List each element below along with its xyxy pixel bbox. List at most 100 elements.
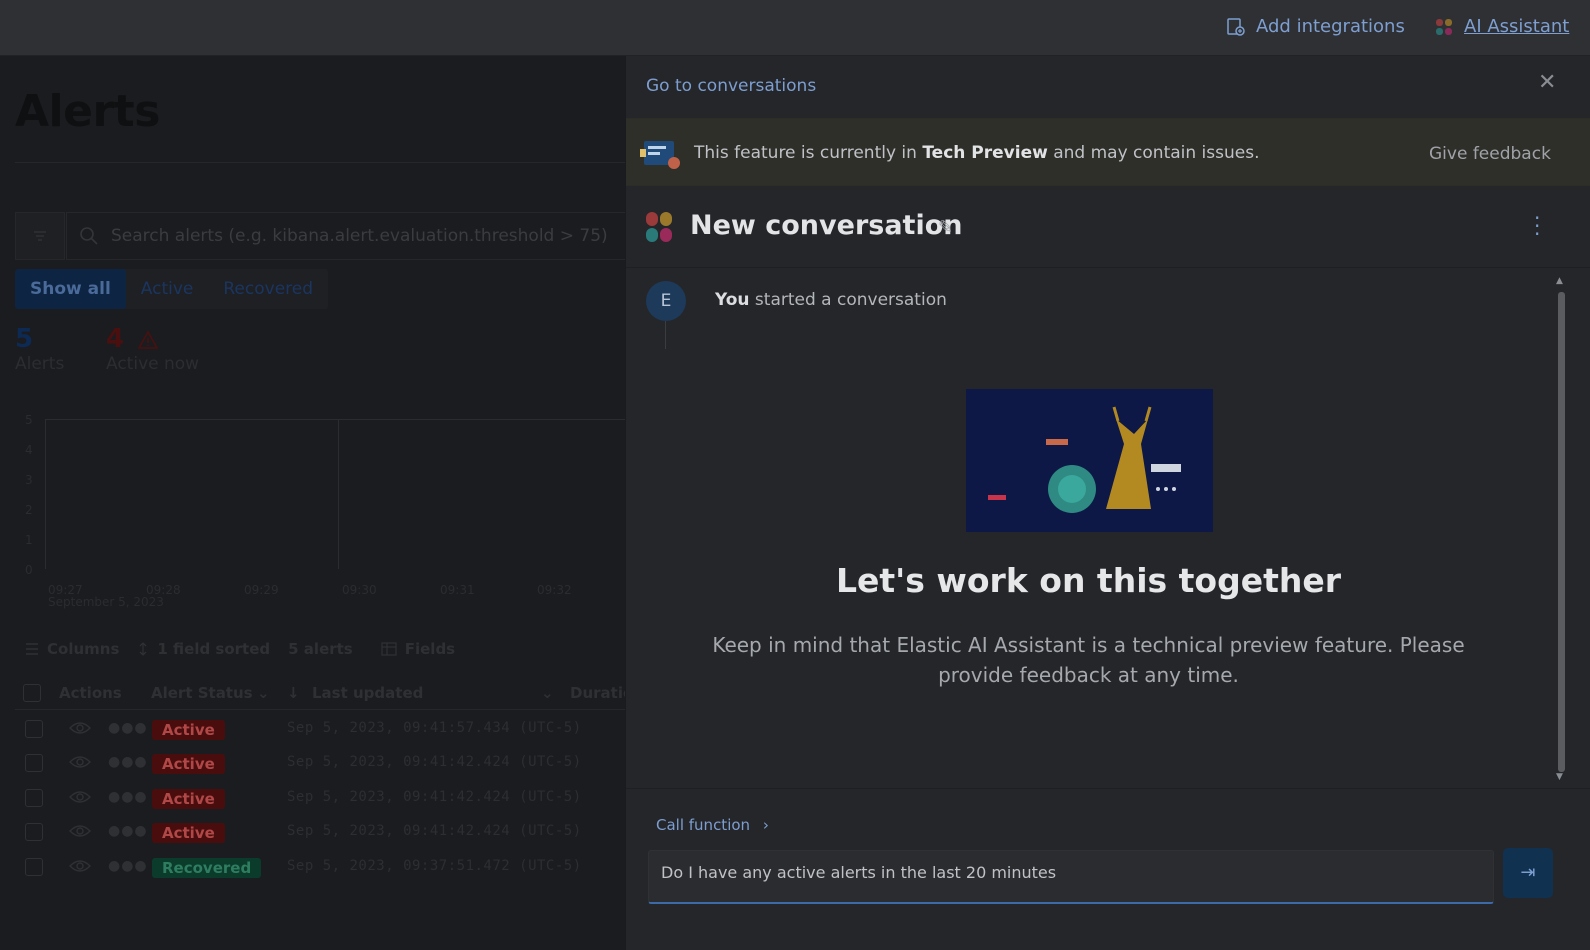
chevron-down-icon[interactable]: ⌄ [541, 684, 554, 702]
stat-active-value: 4 [106, 324, 125, 354]
ai-assistant-label: AI Assistant [1464, 16, 1570, 37]
warning-icon [137, 329, 159, 349]
y-tick: 5 [25, 413, 33, 427]
fields-label: Fields [404, 640, 456, 658]
more-actions-icon[interactable]: ●●● [108, 720, 148, 736]
close-icon[interactable]: ✕ [1538, 70, 1556, 95]
integrations-icon [1227, 17, 1245, 36]
filter-recovered[interactable]: Recovered [208, 269, 328, 309]
fox-crystal-ball-illustration [966, 389, 1213, 532]
row-checkbox[interactable] [25, 789, 43, 807]
fields-button[interactable]: Fields [381, 640, 455, 658]
sort-button[interactable]: 1 field sorted [137, 640, 270, 658]
y-tick: 4 [25, 443, 33, 457]
divider [626, 788, 1590, 789]
page-title: Alerts [15, 86, 160, 137]
eye-icon[interactable] [69, 789, 91, 805]
table-icon [381, 642, 397, 656]
alerts-search-bar[interactable]: Search alerts (e.g. kibana.alert.evaluat… [66, 212, 634, 260]
sorted-label: 1 field sorted [157, 640, 271, 658]
elastic-assistant-icon [1436, 18, 1452, 35]
select-all-checkbox[interactable] [23, 684, 41, 702]
more-actions-icon[interactable]: ●●● [108, 823, 148, 839]
row-checkbox[interactable] [25, 823, 43, 841]
table-row: ●●● Recovered Sep 5, 2023, 09:37:51.472 … [15, 850, 634, 884]
go-to-conversations-link[interactable]: Go to conversations [646, 76, 816, 96]
call-function-button[interactable]: Call function › [656, 816, 769, 834]
row-checkbox[interactable] [25, 720, 43, 738]
stat-active-now: 4 Active now [106, 324, 199, 374]
send-button[interactable]: ⇥ [1503, 848, 1553, 898]
row-timestamp: Sep 5, 2023, 09:41:42.424 (UTC-5) [287, 823, 582, 839]
sort-icon [139, 642, 147, 656]
row-checkbox[interactable] [25, 754, 43, 772]
add-integrations-label: Add integrations [1256, 16, 1405, 37]
welcome-description: Keep in mind that Elastic AI Assistant i… [712, 633, 1465, 687]
filter-show-all[interactable]: Show all [15, 269, 126, 309]
y-tick: 0 [25, 563, 33, 577]
conversation-title: New conversation [690, 210, 963, 241]
y-tick: 2 [25, 503, 33, 517]
status-badge: Recovered [152, 858, 262, 878]
banner-message: This feature is currently in Tech Previe… [694, 143, 1260, 163]
alerts-page: Alerts Search alerts (e.g. kibana.alert.… [0, 56, 634, 950]
table-row: ●●● Active Sep 5, 2023, 09:41:42.424 (UT… [15, 781, 634, 815]
filter-icon [34, 231, 46, 241]
row-checkbox[interactable] [25, 858, 43, 876]
filter-button[interactable] [15, 212, 65, 260]
eye-icon[interactable] [69, 720, 91, 736]
kebab-menu-icon[interactable]: · · · [1534, 208, 1540, 244]
y-tick: 3 [25, 473, 33, 487]
ai-assistant-link[interactable]: AI Assistant [1434, 16, 1569, 37]
ai-assistant-flyout: Go to conversations ✕ This feature is cu… [625, 56, 1590, 950]
y-tick: 1 [25, 533, 33, 547]
eye-icon[interactable] [69, 858, 91, 874]
more-actions-icon[interactable]: ●●● [108, 789, 148, 805]
status-badge: Active [152, 823, 225, 843]
give-feedback-link[interactable]: Give feedback [1429, 144, 1551, 164]
columns-button[interactable]: Columns [25, 640, 119, 658]
chart-marker-line [338, 419, 339, 569]
table-row: ●●● Active Sep 5, 2023, 09:41:42.424 (UT… [15, 815, 634, 849]
x-tick: 09:29 [244, 583, 279, 597]
stat-active-label: Active now [106, 354, 200, 374]
header-actions: Actions [59, 684, 122, 702]
header-last-updated[interactable]: Last updated [312, 684, 423, 702]
timeline-line [665, 321, 666, 349]
row-timestamp: Sep 5, 2023, 09:37:51.472 (UTC-5) [287, 858, 582, 874]
chevron-down-icon[interactable]: ⌄ [257, 684, 270, 702]
status-badge: Active [152, 754, 225, 774]
header-duration[interactable]: Duratio [570, 684, 633, 702]
conversation-scrollbar[interactable]: ▲ ▼ [1554, 276, 1568, 788]
x-tick: 09:32 [537, 583, 572, 597]
pencil-icon[interactable]: ✎ [938, 217, 953, 238]
row-timestamp: Sep 5, 2023, 09:41:42.424 (UTC-5) [287, 754, 582, 770]
stat-alerts-value: 5 [15, 324, 34, 354]
add-integrations-link[interactable]: Add integrations [1226, 16, 1405, 37]
x-tick: 09:30 [342, 583, 377, 597]
table-toolbar: Columns 1 field sorted 5 alerts Fields [25, 640, 455, 658]
top-bar: Add integrations AI Assistant [0, 0, 1590, 56]
prompt-textarea[interactable]: Do I have any active alerts in the last … [648, 850, 1494, 904]
stat-alerts: 5 Alerts [15, 324, 64, 374]
scroll-down-icon[interactable]: ▼ [1556, 772, 1563, 782]
filter-active[interactable]: Active [126, 269, 209, 309]
scroll-thumb[interactable] [1558, 292, 1565, 772]
status-badge: Active [152, 789, 225, 809]
scroll-up-icon[interactable]: ▲ [1556, 276, 1563, 286]
eye-icon[interactable] [69, 754, 91, 770]
more-actions-icon[interactable]: ●●● [108, 858, 148, 874]
welcome-illustration [966, 389, 1213, 532]
chevron-right-icon: › [762, 816, 769, 834]
status-filter-group: Show all Active Recovered [15, 269, 329, 309]
table-header: Actions Alert Status ⌄ ↓ Last updated ⌄ … [15, 676, 634, 710]
alert-count: 5 alerts [288, 640, 353, 658]
welcome-heading: Let's work on this together [835, 561, 1342, 600]
header-alert-status[interactable]: Alert Status [151, 684, 253, 702]
divider [15, 162, 634, 163]
more-actions-icon[interactable]: ●●● [108, 754, 148, 770]
eye-icon[interactable] [69, 823, 91, 839]
chart-axis [45, 419, 634, 569]
conversation-started-text: You started a conversation [715, 290, 947, 310]
alerts-histogram: 5 4 3 2 1 0 09:27 09:28 09:29 09:30 09:3… [15, 411, 634, 611]
